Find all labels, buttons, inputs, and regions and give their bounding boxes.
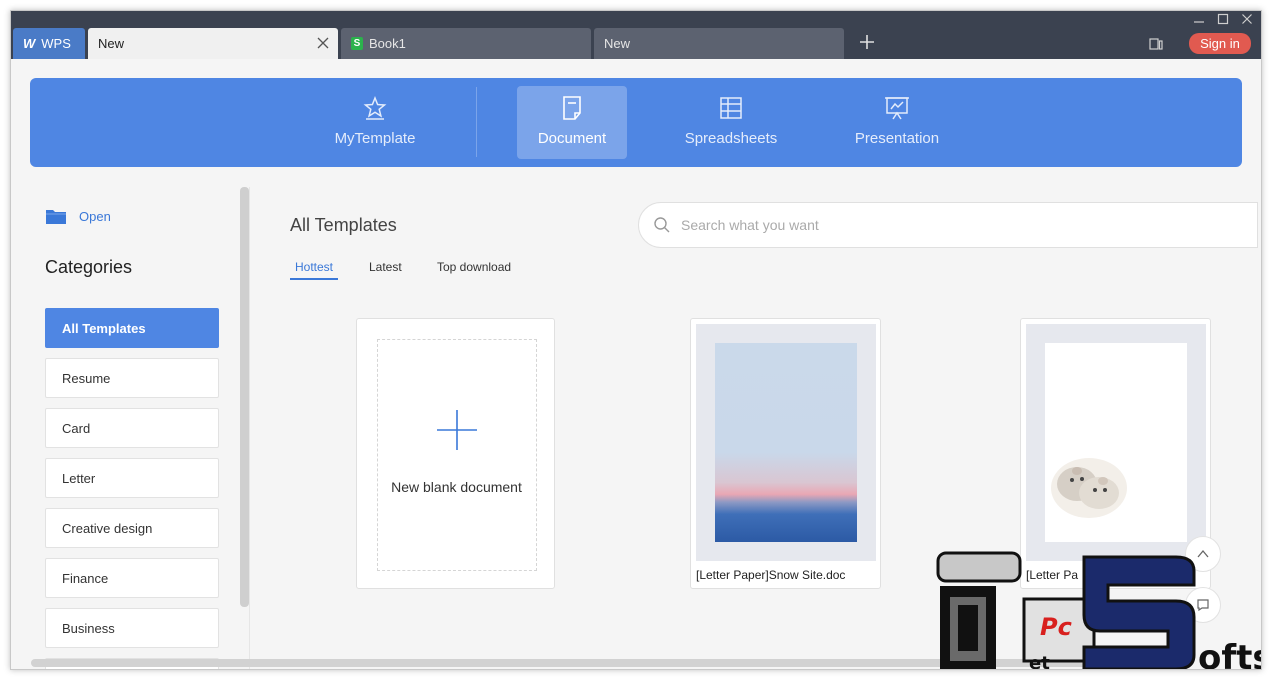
tab-new-2[interactable]: New [594, 28, 844, 59]
template-type-bar: MyTemplate Document Spreadsheets Present… [30, 78, 1242, 167]
add-tab-icon[interactable] [859, 34, 875, 50]
sign-in-button[interactable]: Sign in [1189, 33, 1251, 54]
tab-new[interactable]: New [88, 28, 338, 59]
search-icon [654, 217, 670, 233]
page-title: All Templates [290, 215, 397, 235]
watermark-text-et: et [1029, 653, 1050, 670]
card-label: New blank document [391, 479, 522, 495]
nav-document[interactable]: Document [517, 86, 627, 159]
new-blank-document-card[interactable]: New blank document [356, 318, 555, 589]
card-label: [Letter Paper]Snow Site.doc [696, 568, 846, 582]
divider [249, 187, 250, 669]
open-button[interactable]: Open [45, 207, 111, 225]
watermark-text-pc: Pc [1040, 613, 1072, 641]
snow-site-image [715, 343, 857, 542]
category-label: Resume [62, 370, 111, 386]
sidebar-scrollbar[interactable] [240, 187, 249, 607]
category-all-templates[interactable]: All Templates [45, 308, 219, 348]
template-preview [1026, 324, 1206, 561]
tab-wps[interactable]: W WPS [13, 28, 85, 59]
divider [476, 87, 477, 157]
sidebar: Open Categories All Templates Resume Car… [11, 187, 249, 669]
watermark-text-ofts: ofts [1198, 638, 1262, 670]
getpcsofts-logo: Pc et ofts [936, 551, 1262, 670]
category-resume[interactable]: Resume [45, 358, 219, 398]
close-window-icon[interactable] [1241, 13, 1253, 25]
category-label: Business [62, 620, 115, 636]
window-controls [1193, 13, 1253, 25]
folder-icon [46, 210, 66, 224]
category-label: Letter [62, 470, 96, 486]
nav-label: Document [537, 130, 607, 147]
title-bar: W WPS New S Book1 New Sign in [11, 11, 1261, 59]
plus-icon [437, 410, 477, 450]
nav-presentation[interactable]: Presentation [842, 86, 952, 159]
nav-spreadsheets[interactable]: Spreadsheets [676, 86, 786, 159]
tab-book1[interactable]: S Book1 [341, 28, 591, 59]
wps-logo-icon: W [23, 36, 36, 51]
template-card[interactable]: [Letter Pacx [1020, 318, 1211, 589]
search-input[interactable] [681, 217, 1181, 233]
tab-label: New [98, 36, 125, 51]
category-card[interactable]: Card [45, 408, 219, 448]
search-box[interactable] [638, 202, 1258, 248]
maximize-icon[interactable] [1217, 13, 1229, 25]
spreadsheet-icon [720, 97, 742, 119]
category-label: All Templates [62, 320, 146, 336]
star-icon [363, 95, 387, 120]
nav-label: Spreadsheets [684, 130, 778, 147]
category-label: Finance [62, 570, 109, 586]
close-icon[interactable] [316, 36, 330, 50]
dashed-frame [377, 339, 537, 571]
template-preview [696, 324, 876, 561]
document-icon [563, 96, 581, 120]
category-label: Creative design [62, 520, 153, 536]
minimize-icon[interactable] [1193, 13, 1205, 25]
nav-mytemplate[interactable]: MyTemplate [320, 86, 430, 159]
categories-title: Categories [45, 257, 133, 277]
spreadsheet-badge-icon: S [351, 37, 363, 50]
template-card[interactable]: [Letter Paper]Snow Site.doc [690, 318, 881, 589]
presentation-icon [885, 97, 909, 120]
nav-label: Presentation [854, 130, 940, 147]
tab-label: WPS [41, 36, 71, 51]
category-creative-design[interactable]: Creative design [45, 508, 219, 548]
tab-label: New [604, 36, 631, 51]
tab-hottest[interactable]: Hottest [290, 260, 339, 280]
category-finance[interactable]: Finance [45, 558, 219, 598]
category-label: Card [62, 420, 91, 436]
category-letter[interactable]: Letter [45, 458, 219, 498]
tab-top-download[interactable]: Top download [432, 260, 516, 278]
app-window: W WPS New S Book1 New Sign in MyTemplate [10, 10, 1262, 670]
letter-paper-image [1045, 343, 1187, 542]
category-business[interactable]: Business [45, 608, 219, 648]
hamster-image [1051, 458, 1127, 518]
open-label: Open [79, 208, 111, 224]
tab-label: Book1 [369, 36, 406, 51]
device-icon[interactable] [1149, 38, 1163, 50]
nav-label: MyTemplate [334, 130, 416, 147]
tab-latest[interactable]: Latest [364, 260, 407, 278]
